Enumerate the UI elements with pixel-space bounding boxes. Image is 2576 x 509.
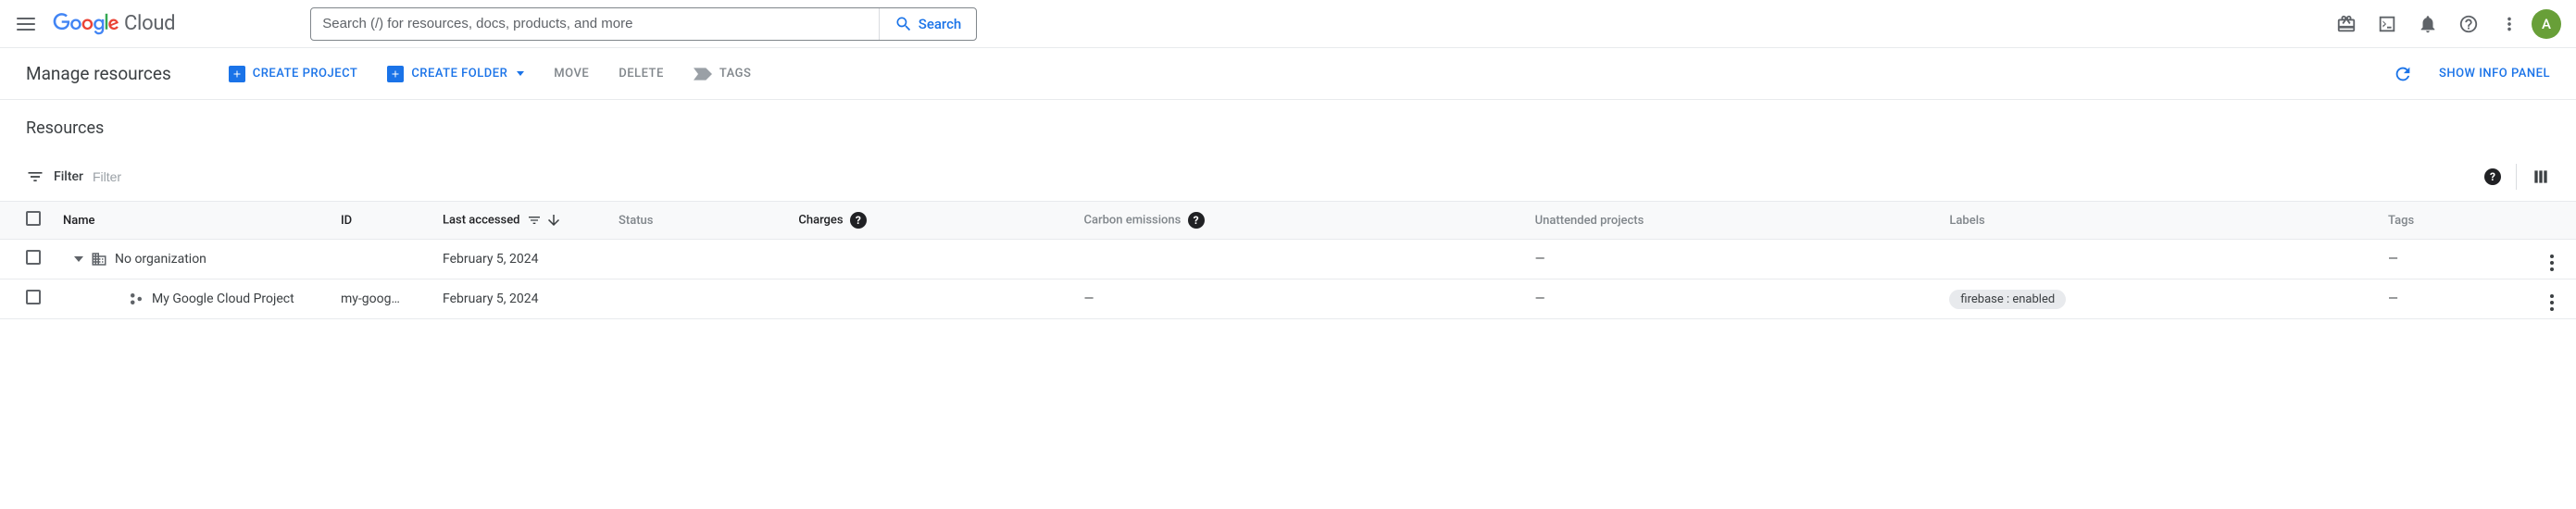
row-labels (1938, 240, 2377, 279)
row-name[interactable]: No organization (115, 252, 206, 267)
filter-small-icon (527, 213, 542, 228)
row-checkbox[interactable] (26, 250, 41, 265)
create-project-label: CREATE PROJECT (253, 67, 358, 81)
col-carbon[interactable]: Carbon emissions ? (1072, 202, 1523, 240)
row-more-icon[interactable] (2550, 254, 2554, 271)
show-info-panel-button[interactable]: SHOW INFO PANEL (2439, 67, 2550, 81)
action-toolbar: Manage resources CREATE PROJECT CREATE F… (0, 48, 2576, 100)
col-last-accessed[interactable]: Last accessed (431, 202, 607, 240)
row-carbon: — (1072, 279, 1523, 319)
project-icon (128, 291, 144, 307)
row-checkbox[interactable] (26, 290, 41, 304)
row-charges (787, 279, 1072, 319)
row-more-icon[interactable] (2550, 294, 2554, 311)
search-button-label: Search (919, 16, 962, 32)
filter-input[interactable] (93, 169, 2475, 184)
resources-table: Name ID Last accessed Status Charges ? C… (0, 201, 2576, 319)
gift-icon[interactable] (2328, 6, 2365, 43)
col-name[interactable]: Name (52, 202, 330, 240)
add-box-icon (229, 66, 245, 82)
cloud-shell-icon[interactable] (2369, 6, 2406, 43)
row-carbon (1072, 240, 1523, 279)
search-bar: Search (310, 7, 977, 41)
tag-icon (694, 68, 712, 81)
row-name[interactable]: My Google Cloud Project (152, 292, 294, 306)
create-project-button[interactable]: CREATE PROJECT (229, 66, 358, 82)
row-last-accessed: February 5, 2024 (431, 240, 607, 279)
search-button[interactable]: Search (879, 8, 977, 40)
filter-help-icon[interactable]: ? (2484, 168, 2501, 185)
row-unattended: — (1524, 240, 1939, 279)
add-folder-icon (387, 66, 404, 82)
tags-label: TAGS (719, 67, 752, 81)
col-tags[interactable]: Tags (2377, 202, 2530, 240)
col-charges[interactable]: Charges ? (787, 202, 1072, 240)
page-title: Manage resources (26, 63, 171, 84)
create-folder-label: CREATE FOLDER (411, 67, 507, 81)
col-labels[interactable]: Labels (1938, 202, 2377, 240)
filter-label: Filter (54, 169, 83, 184)
carbon-help-icon[interactable]: ? (1188, 212, 1205, 229)
search-icon (894, 15, 913, 33)
search-input[interactable] (322, 16, 867, 31)
table-row: No organization February 5, 2024 — — (0, 240, 2576, 279)
row-tags: — (2377, 240, 2530, 279)
create-folder-button[interactable]: CREATE FOLDER (387, 66, 524, 82)
avatar[interactable]: A (2532, 9, 2561, 39)
row-labels: firebase : enabled (1938, 279, 2377, 319)
col-unattended[interactable]: Unattended projects (1524, 202, 1939, 240)
row-status (607, 279, 787, 319)
col-id[interactable]: ID (330, 202, 431, 240)
charges-help-icon[interactable]: ? (850, 212, 867, 229)
row-unattended: — (1524, 279, 1939, 319)
section-title: Resources (26, 118, 2550, 138)
filter-row: Filter ? (26, 164, 2550, 201)
org-icon (91, 251, 107, 267)
col-carbon-label: Carbon emissions (1083, 213, 1181, 227)
chevron-down-icon (517, 71, 524, 76)
top-header: Cloud Search A (0, 0, 2576, 48)
tags-button[interactable]: TAGS (694, 67, 752, 81)
delete-button[interactable]: DELETE (619, 67, 664, 81)
row-id: my-goog… (330, 279, 431, 319)
col-charges-label: Charges (798, 213, 843, 227)
arrow-down-icon (545, 212, 562, 229)
move-button[interactable]: MOVE (554, 67, 589, 81)
hamburger-menu-icon[interactable] (15, 13, 37, 35)
label-chip[interactable]: firebase : enabled (1949, 290, 2066, 309)
divider (2516, 164, 2517, 190)
col-status[interactable]: Status (607, 202, 787, 240)
refresh-icon[interactable] (2393, 64, 2413, 84)
expand-caret-icon[interactable] (74, 256, 83, 262)
row-charges (787, 240, 1072, 279)
table-header-row: Name ID Last accessed Status Charges ? C… (0, 202, 2576, 240)
row-last-accessed: February 5, 2024 (431, 279, 607, 319)
columns-icon[interactable] (2532, 168, 2550, 186)
help-icon[interactable] (2450, 6, 2487, 43)
google-cloud-logo[interactable]: Cloud (52, 12, 175, 35)
more-vert-icon[interactable] (2491, 6, 2528, 43)
google-logo-icon (52, 13, 120, 35)
row-id (330, 240, 431, 279)
notifications-icon[interactable] (2409, 6, 2446, 43)
row-status (607, 240, 787, 279)
row-tags: — (2377, 279, 2530, 319)
select-all-checkbox[interactable] (26, 211, 41, 226)
cloud-text: Cloud (124, 12, 175, 35)
col-last-accessed-label: Last accessed (443, 213, 520, 227)
filter-list-icon (26, 168, 44, 186)
table-row: My Google Cloud Project my-goog… Februar… (0, 279, 2576, 319)
